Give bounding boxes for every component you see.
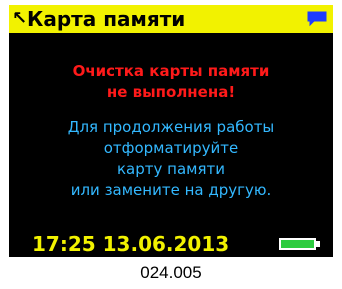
status-bar: 17:25 13.06.2013 (9, 230, 333, 257)
device-screen: ↖ Карта памяти Очистка карты памяти не в… (9, 5, 333, 257)
message-icon (305, 9, 329, 28)
error-message: Очистка карты памяти не выполнена! (9, 61, 333, 103)
page-title: Карта памяти (27, 7, 186, 31)
battery-fill (281, 240, 314, 248)
time-display: 17:25 (32, 232, 96, 256)
error-line: не выполнена! (106, 83, 236, 101)
info-message: Для продолжения работы отформатируйте ка… (9, 117, 333, 201)
title-bar: ↖ Карта памяти (9, 5, 333, 33)
back-arrow-icon[interactable]: ↖ (12, 7, 27, 31)
info-line: Для продолжения работы (67, 118, 275, 136)
error-line: Очистка карты памяти (72, 62, 270, 80)
figure-caption: 024.005 (140, 263, 202, 282)
info-line: отформатируйте (103, 139, 239, 157)
date-display: 13.06.2013 (102, 232, 230, 256)
datetime: 17:25 13.06.2013 (32, 232, 229, 256)
info-line: или замените на другую. (70, 181, 272, 199)
message-area: Очистка карты памяти не выполнена! Для п… (9, 61, 333, 201)
battery-full-icon (279, 238, 320, 250)
info-line: карту памяти (117, 160, 225, 178)
